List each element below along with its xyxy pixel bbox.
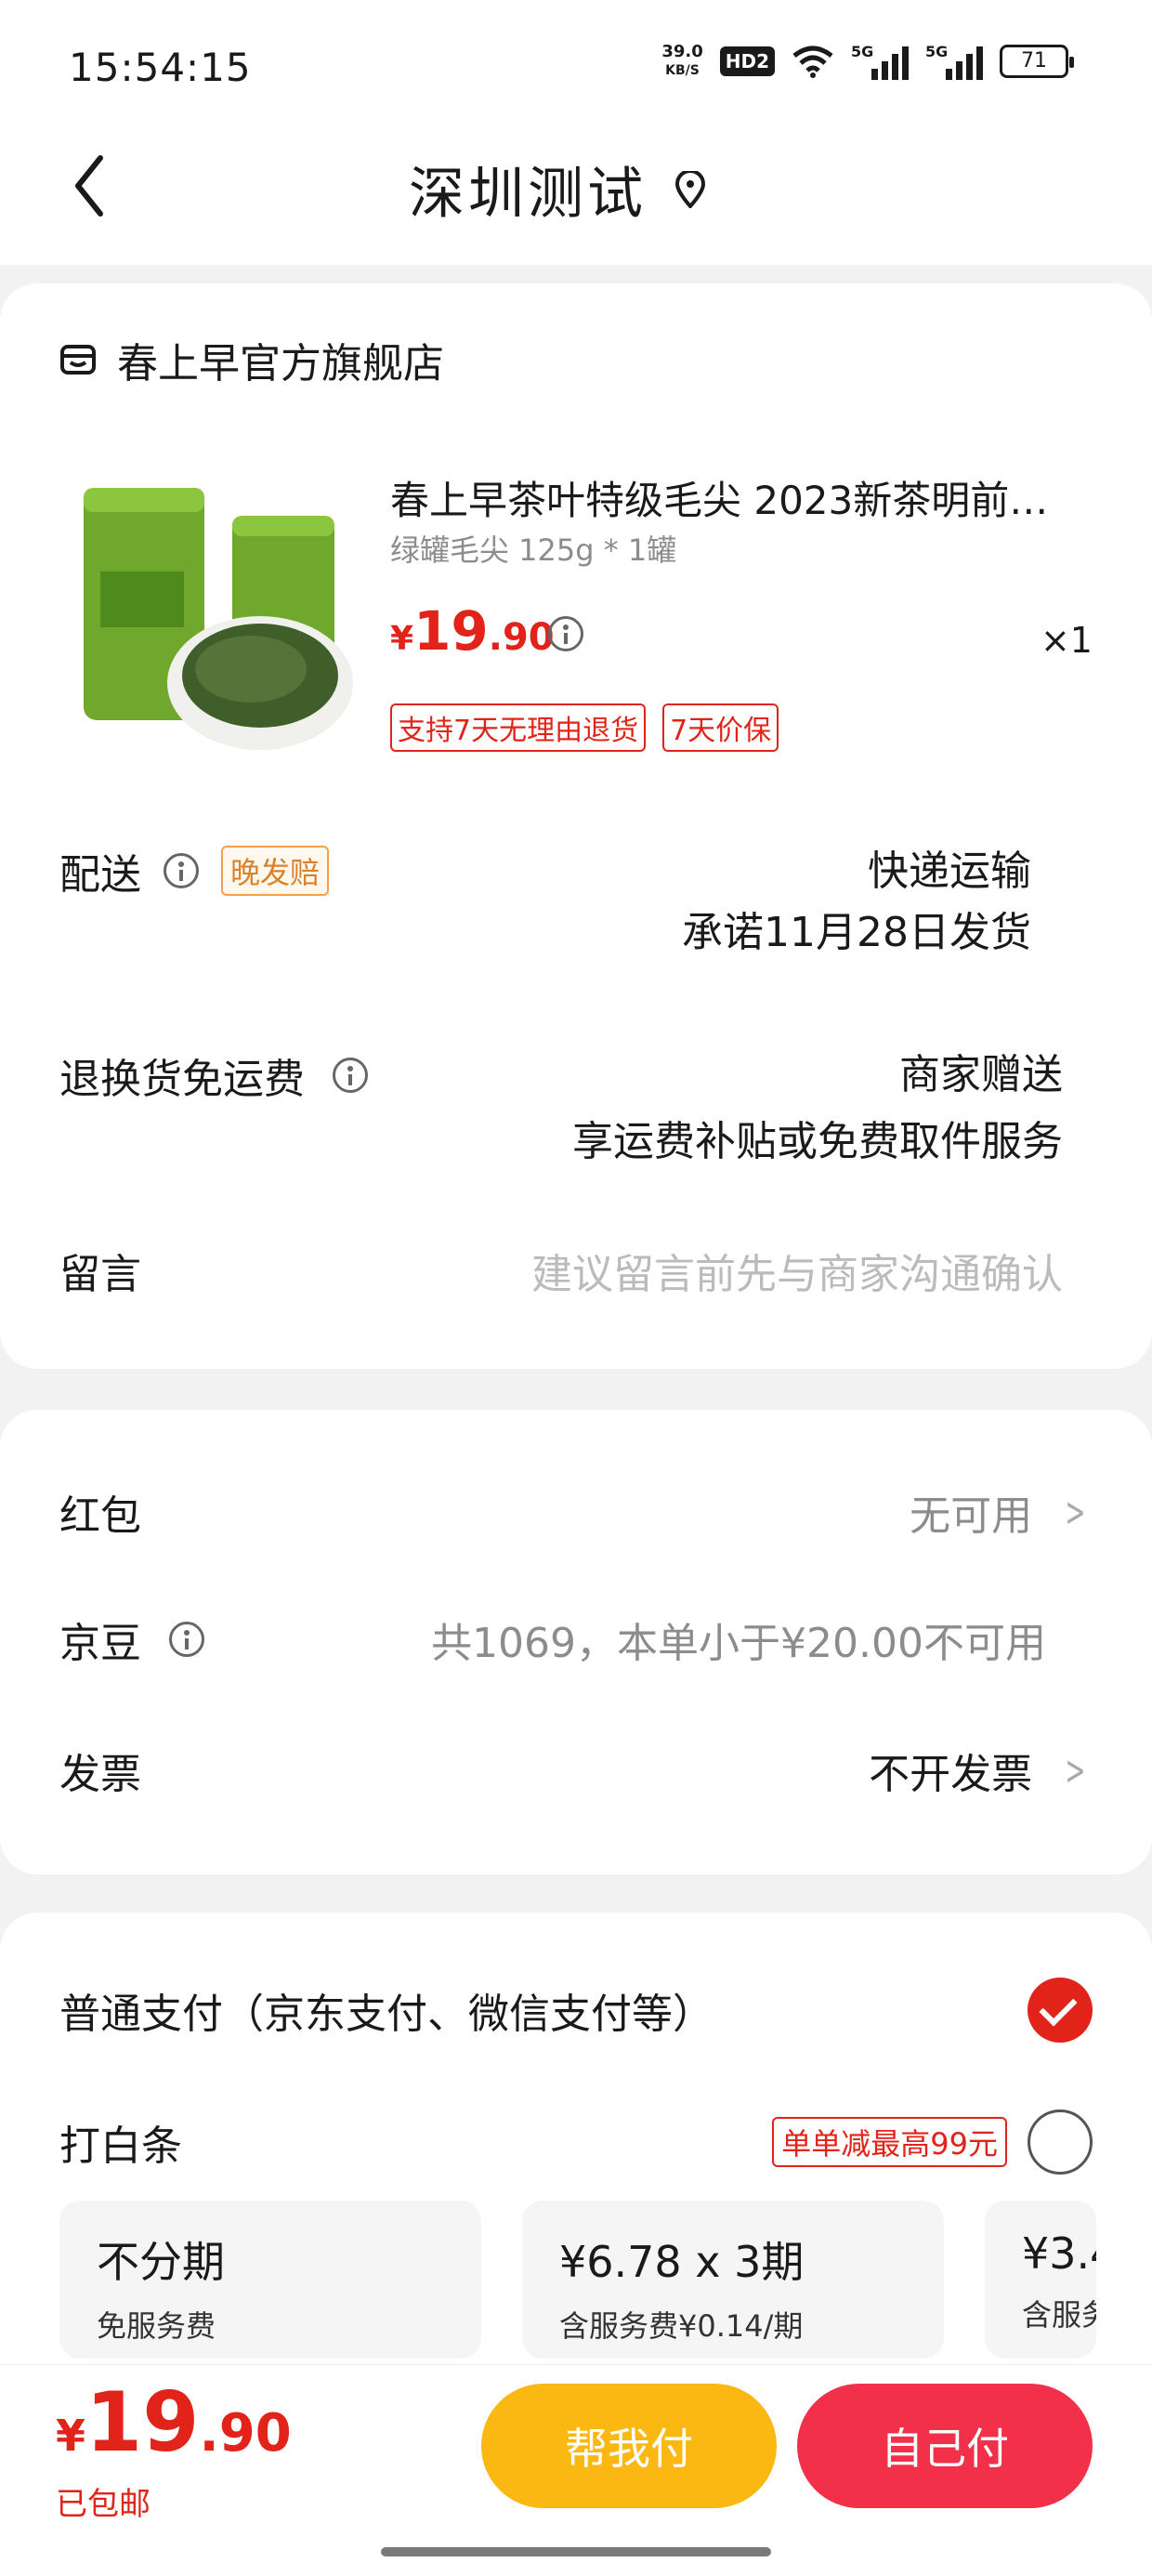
message-label: 留言 [59, 1251, 141, 1298]
plan-option[interactable]: ¥6.78 x 3期 含服务费¥0.14/期 [522, 2201, 944, 2359]
return-desc: 享运费补贴或免费取件服务 [572, 1118, 1063, 1165]
invoice-value: 不开发票 [869, 1751, 1033, 1798]
chevron-right-icon: > [1065, 1746, 1086, 1794]
location-pin-icon [674, 170, 706, 208]
price-info-icon[interactable] [548, 616, 583, 651]
hd-icon: HD2 [719, 46, 775, 76]
plan-option[interactable]: 不分期 免服务费 [59, 2201, 481, 2359]
wifi-icon [792, 46, 833, 78]
service-tags: 支持7天无理由退货 7天价保 [390, 703, 779, 752]
status-bar: 15:54:15 39.0 KB/S HD2 5G 5G 71 [0, 0, 1152, 130]
return-value: 商家赠送 [899, 1051, 1063, 1098]
home-indicator[interactable] [381, 2547, 771, 2556]
normal-pay-row[interactable]: 普通支付（京东支付、微信支付等） [59, 1978, 1093, 2043]
jingdou-label: 京豆 [59, 1620, 141, 1667]
product-title[interactable]: 春上早茶叶特级毛尖 2023新茶明前… [390, 469, 1096, 526]
message-input[interactable]: 建议留言前先与商家沟通确认 [531, 1241, 1063, 1300]
nav-bar: 深圳测试 [0, 130, 1152, 265]
shop-header[interactable]: 春上早官方旗舰店 [59, 330, 444, 389]
jingdou-info-icon[interactable] [169, 1622, 204, 1657]
delivery-promise: 承诺11月28日发货 [682, 909, 1031, 956]
redpacket-label: 红包 [59, 1492, 141, 1540]
late-delivery-tag: 晚发赔 [221, 846, 330, 896]
net-speed: 39.0 KB/S [661, 42, 703, 79]
chevron-right-icon: > [1065, 1488, 1086, 1536]
baitiao-row[interactable]: 打白条 单单减最高99元 [59, 2109, 1093, 2175]
signal-icon-1: 5G [851, 43, 909, 80]
delivery-method: 快递运输 [868, 848, 1031, 895]
redpacket-value: 无可用 [910, 1492, 1033, 1540]
back-arrow-icon[interactable] [65, 149, 121, 223]
baitiao-label: 打白条 [59, 2123, 182, 2170]
help-pay-button[interactable]: 帮我付 [481, 2384, 777, 2508]
page-title: 深圳测试 [409, 162, 647, 227]
delivery-row-label: 配送 晚发赔 [59, 841, 330, 900]
invoice-row[interactable]: 发票 不开发票 > [59, 1733, 1093, 1807]
signal-icon-2: 5G [925, 43, 983, 80]
store-icon [60, 345, 96, 375]
shipping-status: 已包邮 [56, 2486, 151, 2523]
product-spec: 绿罐毛尖 125g * 1罐 [390, 532, 677, 568]
jingdou-value: 共1069，本单小于¥20.00不可用 [431, 1620, 1046, 1667]
return-info: 商家赠送 享运费补贴或免费取件服务 [572, 1042, 1063, 1176]
quantity: ×1 [1040, 620, 1093, 661]
installment-plans: 不分期 免服务费 ¥6.78 x 3期 含服务费¥0.14/期 ¥3.4 含服务… [59, 2201, 1096, 2359]
status-icons: 39.0 KB/S HD2 5G 5G 71 [661, 42, 1074, 80]
address-selector[interactable]: 深圳测试 [409, 149, 706, 230]
tag-7day-return: 支持7天无理由退货 [390, 703, 647, 752]
benefits-card: 红包 无可用 > 京豆 共1069，本单小于¥20.00不可用 发票 不开发票 … [0, 1410, 1152, 1874]
status-time: 15:54:15 [69, 45, 252, 90]
battery-icon: 71 [1000, 45, 1074, 78]
order-card: 春上早官方旗舰店 春上早茶叶特级毛尖 2023新茶明前… 绿罐毛尖 125g *… [0, 283, 1152, 1369]
self-pay-button[interactable]: 自己付 [797, 2384, 1093, 2508]
checkout-bar: ¥ 19 .90 已包邮 帮我付 自己付 [0, 2364, 1152, 2576]
return-row-label: 退换货免运费 [59, 1045, 368, 1105]
jingdou-row: 京豆 共1069，本单小于¥20.00不可用 [59, 1602, 1093, 1676]
unchecked-radio-icon[interactable] [1028, 2109, 1093, 2175]
total-price: ¥ 19 .90 [56, 2374, 292, 2470]
checked-radio-icon[interactable] [1028, 1978, 1093, 2043]
product-image[interactable] [74, 479, 353, 757]
delivery-info-icon[interactable] [164, 853, 199, 888]
redpacket-row[interactable]: 红包 无可用 > [59, 1475, 1093, 1549]
product-price: ¥ 19 .90 [390, 599, 555, 663]
invoice-label: 发票 [59, 1751, 141, 1798]
tag-price-protect: 7天价保 [662, 703, 779, 752]
normal-pay-label: 普通支付（京东支付、微信支付等） [59, 1991, 713, 2038]
plan-option[interactable]: ¥3.4 含服务费 [985, 2201, 1096, 2359]
shop-name: 春上早官方旗舰店 [117, 340, 444, 388]
baitiao-promo-tag: 单单减最高99元 [772, 2117, 1007, 2167]
return-info-icon[interactable] [333, 1058, 368, 1093]
delivery-info[interactable]: 快递运输 承诺11月28日发货 [682, 841, 1031, 964]
